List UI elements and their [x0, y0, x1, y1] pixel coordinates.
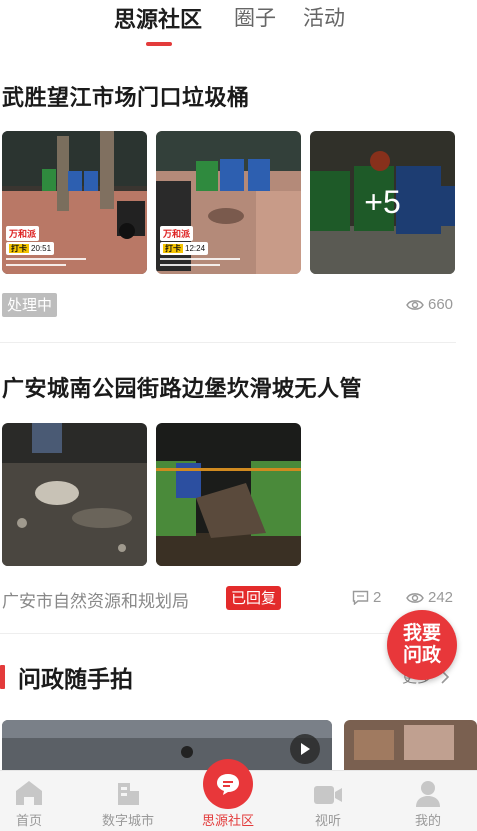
comment-icon	[352, 590, 369, 605]
eye-icon	[406, 299, 424, 310]
video-thumbnail[interactable]	[344, 720, 477, 770]
profile-icon	[416, 781, 440, 807]
post-title[interactable]: 武胜望江市场门口垃圾桶	[2, 80, 250, 112]
city-icon	[118, 783, 139, 805]
tab-circle[interactable]: 圈子	[234, 2, 276, 32]
department-name: 广安市自然资源和规划局	[2, 592, 189, 612]
tab-siyuan-community[interactable]: 思源社区	[114, 2, 202, 34]
bottom-nav-bar: 首页 数字城市 思源社区 视听 我的	[0, 759, 477, 831]
nav-item-home[interactable]: 首页	[0, 771, 69, 831]
ask-government-button[interactable]: 我要问政	[387, 610, 457, 680]
play-icon[interactable]	[290, 734, 320, 764]
community-icon	[203, 759, 253, 809]
section-accent-bar	[0, 665, 5, 689]
home-icon	[16, 781, 42, 805]
video-icon	[314, 786, 342, 804]
photo-watermark: 万和派 打卡 12:24	[160, 226, 260, 270]
replied-badge: 已回复	[226, 586, 282, 610]
eye-icon	[406, 592, 424, 603]
section-title: 问政随手拍	[18, 667, 133, 693]
nav-item-community[interactable]: 思源社区	[188, 759, 268, 831]
post-image[interactable]	[2, 423, 147, 566]
post-title[interactable]: 广安城南公园街路边堡坎滑坡无人管	[2, 371, 362, 403]
tab-activity[interactable]: 活动	[303, 2, 345, 32]
divider	[0, 342, 456, 343]
video-thumbnail[interactable]	[2, 720, 332, 770]
status-badge: 处理中	[2, 293, 58, 317]
active-tab-indicator	[146, 42, 172, 46]
post-image[interactable]: 万和派 打卡 20:51	[2, 131, 147, 274]
top-tab-bar: 思源社区 圈子 活动	[0, 0, 477, 52]
nav-item-profile[interactable]: 我的	[388, 771, 468, 831]
post-image[interactable]	[156, 423, 301, 566]
more-images-count: +5	[310, 131, 455, 274]
nav-item-audiovisual[interactable]: 视听	[288, 771, 368, 831]
nav-item-digital-city[interactable]: 数字城市	[88, 771, 168, 831]
post-image[interactable]: 万和派 打卡 12:24	[156, 131, 301, 274]
comment-count: 2	[352, 589, 381, 606]
view-count: 660	[406, 296, 453, 313]
photo-watermark: 万和派 打卡 20:51	[6, 226, 106, 270]
view-count: 242	[406, 589, 453, 606]
post-image-more[interactable]: +5	[310, 131, 455, 274]
